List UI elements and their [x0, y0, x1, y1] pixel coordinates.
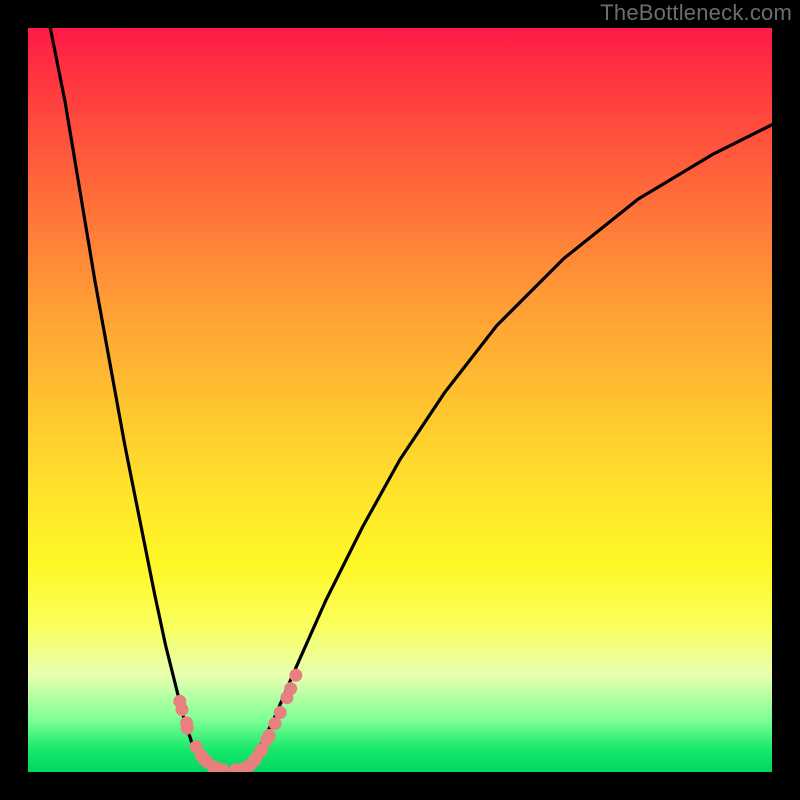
data-point — [274, 706, 287, 719]
chart-frame: TheBottleneck.com — [0, 0, 800, 800]
series-left-dots — [173, 695, 229, 772]
data-point — [176, 703, 189, 716]
chart-svg — [28, 28, 772, 772]
data-point — [284, 682, 297, 695]
series-right-dots — [229, 669, 302, 772]
series-right-curve — [244, 125, 772, 770]
data-point — [269, 717, 282, 730]
data-point — [289, 669, 302, 682]
dots-layer — [173, 669, 302, 772]
curve-layer — [50, 28, 772, 771]
plot-area — [28, 28, 772, 772]
data-point — [181, 722, 194, 735]
series-left-curve — [50, 28, 214, 770]
data-point — [263, 729, 276, 742]
watermark-text: TheBottleneck.com — [600, 0, 792, 26]
